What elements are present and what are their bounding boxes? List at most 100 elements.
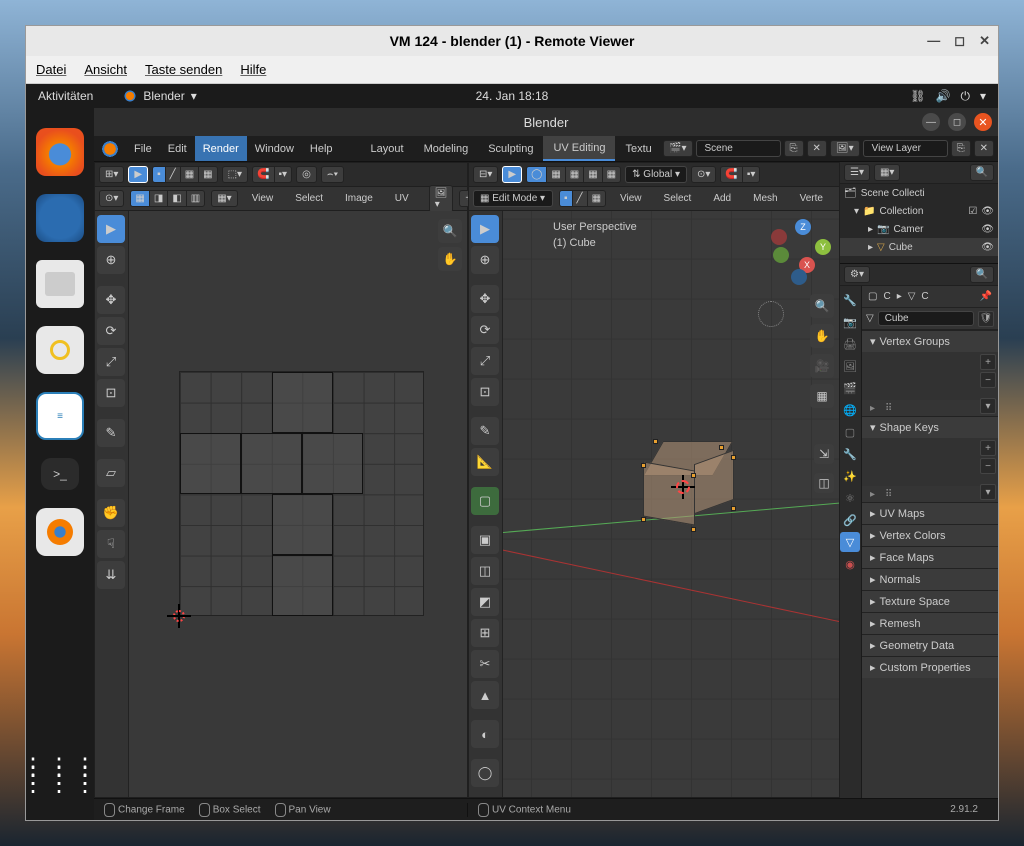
- falloff-button-5[interactable]: ▦: [602, 166, 621, 183]
- dock-show-apps[interactable]: ⋮⋮⋮⋮⋮⋮⋮⋮⋮: [36, 752, 84, 800]
- section-custom-properties[interactable]: ▸Custom Properties: [862, 657, 998, 678]
- section-uv-maps[interactable]: ▸UV Maps: [862, 503, 998, 524]
- prop-tab-physics[interactable]: ⚛: [840, 488, 860, 508]
- tool-cursor[interactable]: ⊕: [97, 246, 125, 274]
- viewlayer-delete-button[interactable]: ✕: [974, 140, 994, 157]
- prop-tab-viewlayer[interactable]: 🖼: [840, 356, 860, 376]
- uv-select-mode-sync[interactable]: ▶: [128, 166, 148, 183]
- light-icon[interactable]: [758, 301, 784, 327]
- remove-button[interactable]: −: [980, 458, 996, 474]
- topbar-app-menu[interactable]: Blender ▾: [123, 89, 196, 103]
- scene-name-field[interactable]: Scene: [696, 140, 781, 157]
- falloff-button[interactable]: ◯: [526, 166, 546, 183]
- uv-sticky-dropdown[interactable]: ⬚▾: [222, 166, 248, 183]
- display-channels-button-2[interactable]: ◨: [149, 190, 167, 207]
- tool-annotate[interactable]: ✎: [471, 417, 499, 445]
- maximize-button[interactable]: ◻: [954, 33, 965, 49]
- scene-browse-button[interactable]: 🎬▾: [663, 140, 692, 157]
- uv-menu-view[interactable]: View: [244, 187, 282, 210]
- display-channels-button-4[interactable]: ▥: [186, 190, 205, 207]
- pin-icon[interactable]: 📌: [980, 291, 992, 302]
- v3d-menu-vertex[interactable]: Verte: [792, 187, 831, 210]
- section-vertex-colors[interactable]: ▸Vertex Colors: [862, 525, 998, 546]
- cube-object[interactable]: [643, 441, 723, 521]
- tool-transform[interactable]: ⊡: [471, 378, 499, 406]
- search-icon[interactable]: 🔍: [970, 164, 994, 181]
- mode-dropdown[interactable]: ▦ Edit Mode ▾: [473, 190, 553, 207]
- tool-loop-cut[interactable]: ⊞: [471, 619, 499, 647]
- uv-menu-image[interactable]: Image: [337, 187, 381, 210]
- volume-icon[interactable]: 🔊: [936, 89, 951, 104]
- viewport-canvas[interactable]: ▶ ⊕ ✥ ⟳ ⤢ ⊡ ✎ 📐 ▢: [469, 211, 839, 797]
- pivot-dropdown[interactable]: ⊙▾: [99, 190, 124, 207]
- nav-gizmo[interactable]: Z Y X: [771, 219, 831, 279]
- prop-tab-tool[interactable]: 🔧: [840, 290, 860, 310]
- zoom-icon[interactable]: 🔍: [438, 219, 462, 243]
- menu-window[interactable]: Window: [247, 136, 302, 161]
- mesh-analysis-button[interactable]: ◫: [814, 473, 834, 493]
- tool-measure[interactable]: 📐: [471, 448, 499, 476]
- tab-texture-paint[interactable]: Textu: [615, 136, 661, 161]
- prop-tab-render[interactable]: 📷: [840, 312, 860, 332]
- search-icon[interactable]: 🔍: [970, 266, 994, 283]
- dock-thunderbird[interactable]: [36, 194, 84, 242]
- checkbox-enable[interactable]: ☑: [968, 206, 977, 217]
- menu-file[interactable]: File: [126, 136, 160, 161]
- falloff-button-2[interactable]: ▦: [546, 166, 564, 183]
- uv-editor-canvas[interactable]: ▶ ⊕ ✥ ⟳ ⤢ ⊡ ✎ ▱ ✊: [95, 211, 467, 797]
- remove-button[interactable]: −: [980, 372, 996, 388]
- tool-add-cube[interactable]: ▢: [471, 487, 499, 515]
- uv-menu-select[interactable]: Select: [287, 187, 331, 210]
- section-geometry-data[interactable]: ▸Geometry Data: [862, 635, 998, 656]
- tool-bevel[interactable]: ◩: [471, 588, 499, 616]
- dock-rhythmbox[interactable]: [36, 326, 84, 374]
- prop-tab-constraints[interactable]: 🔗: [840, 510, 860, 530]
- menu-help[interactable]: Help: [302, 136, 341, 161]
- datablock-name-field[interactable]: Cube: [878, 311, 974, 326]
- camera-view-icon[interactable]: 🎥: [810, 354, 834, 378]
- mesh-select-vertex[interactable]: ▪: [559, 190, 572, 207]
- mesh-select-face[interactable]: ▦: [587, 190, 606, 207]
- snap-toggle[interactable]: 🧲: [252, 166, 273, 183]
- tool-poly-build[interactable]: ▲: [471, 681, 499, 709]
- dock-blender[interactable]: [36, 508, 84, 556]
- snap-dropdown[interactable]: ▪▾: [742, 166, 761, 183]
- tool-grab[interactable]: ✊: [97, 499, 125, 527]
- tool-knife[interactable]: ✂: [471, 650, 499, 678]
- network-icon[interactable]: ⛓: [910, 89, 925, 104]
- prop-tab-scene[interactable]: 🎬: [840, 378, 860, 398]
- prop-tab-output[interactable]: 🖨: [840, 334, 860, 354]
- zoom-icon[interactable]: 🔍: [810, 294, 834, 318]
- specials-dropdown[interactable]: ▾: [980, 398, 996, 414]
- activities-button[interactable]: Aktivitäten: [38, 89, 93, 103]
- shield-icon[interactable]: 🛡: [978, 311, 994, 327]
- section-vertex-groups[interactable]: ▾Vertex Groups: [862, 331, 998, 352]
- section-face-maps[interactable]: ▸Face Maps: [862, 547, 998, 568]
- prop-tab-particles[interactable]: ✨: [840, 466, 860, 486]
- dock-terminal[interactable]: >_: [41, 458, 79, 490]
- prop-tab-material[interactable]: ◉: [840, 554, 860, 574]
- uv-sel-island-button[interactable]: ▦: [198, 166, 217, 183]
- tool-move[interactable]: ✥: [97, 286, 125, 314]
- clock[interactable]: 24. Jan 18:18: [476, 89, 549, 103]
- dock-files[interactable]: [36, 260, 84, 308]
- tool-relax[interactable]: ☟: [97, 530, 125, 558]
- v3d-menu-add[interactable]: Add: [705, 187, 739, 210]
- tool-select-box[interactable]: ▶: [471, 215, 499, 243]
- power-icon[interactable]: ⏻: [960, 89, 970, 104]
- pan-icon[interactable]: ✋: [810, 324, 834, 348]
- menu-render[interactable]: Render: [195, 136, 247, 161]
- snap-mode-dropdown[interactable]: ▪▾: [274, 166, 293, 183]
- menu-taste-senden[interactable]: Taste senden: [145, 62, 222, 77]
- close-button[interactable]: ✕: [979, 33, 990, 49]
- tool-pinch[interactable]: ⇊: [97, 561, 125, 589]
- menu-edit[interactable]: Edit: [160, 136, 195, 161]
- blender-logo-icon[interactable]: [100, 139, 120, 159]
- display-channels-button[interactable]: ▦: [130, 190, 148, 207]
- tool-tweak[interactable]: ▶: [97, 215, 125, 243]
- tool-select-box[interactable]: ▶: [502, 166, 522, 183]
- editor-type-dropdown[interactable]: ⊞▾: [99, 166, 124, 183]
- minimize-button[interactable]: —: [927, 33, 940, 49]
- local-axes-button[interactable]: ⇲: [814, 444, 834, 464]
- falloff-button-3[interactable]: ▦: [565, 166, 583, 183]
